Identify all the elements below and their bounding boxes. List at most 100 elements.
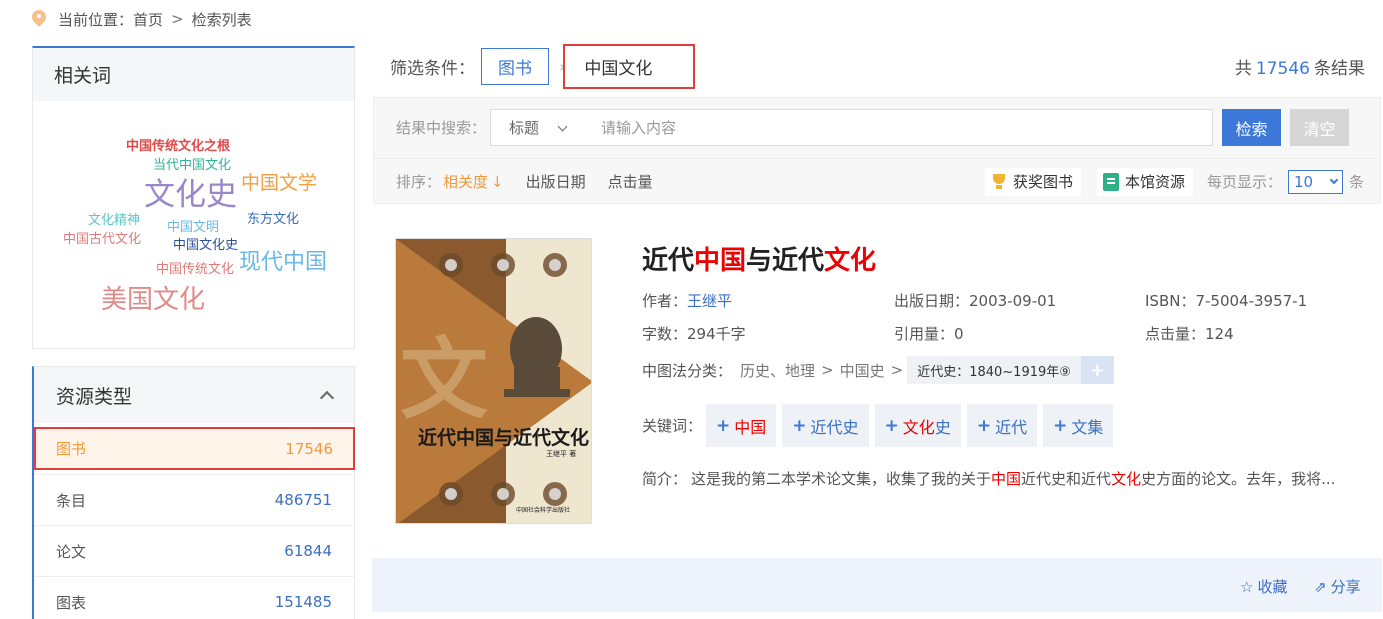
filter-bar: 筛选条件： 图书 › 中国文化 共 17546 条结果 [390,44,1365,89]
search-field-select-value: 标题 [509,119,540,137]
related-word[interactable]: 美国文化 [101,279,205,316]
favorite-label: 收藏 [1257,578,1288,596]
share-icon: ⇗ [1314,577,1327,596]
cited-row: 引用量：0 [894,323,964,344]
book-title-link[interactable]: 近代中国与近代文化 [642,240,876,277]
keyword-tag[interactable]: + 近代史 [782,404,869,447]
trophy-icon [991,173,1007,190]
resource-type-entries[interactable]: 条目 486751 [34,474,354,525]
sort-clicks[interactable]: 点击量 [608,171,653,192]
summary-label: 简介： [642,470,688,488]
expand-plus-icon[interactable]: + [1080,356,1114,384]
clear-button[interactable]: 清空 [1290,109,1350,146]
resource-type-count: 61844 [284,542,332,560]
result-total-suffix: 条结果 [1314,59,1365,79]
per-page-select[interactable]: 10 [1287,169,1343,194]
favorite-button[interactable]: ☆ 收藏 [1240,576,1287,597]
location-pin-icon [32,10,46,28]
cited-label: 引用量： [894,325,955,343]
book-cover-char: 文 [400,327,489,431]
related-word[interactable]: 中国文学 [241,168,317,195]
search-input[interactable] [583,110,1213,145]
keyword-tag[interactable]: + 文化史 [874,404,961,447]
clicks-value: 124 [1205,325,1234,343]
per-page-label: 每页显示： [1206,173,1282,191]
keyword-text: 近代史 [810,417,859,437]
related-word[interactable]: 中国传统文化 [156,258,234,277]
library-resources-label: 本馆资源 [1124,173,1185,191]
related-word[interactable]: 现代中国 [239,244,327,276]
resource-type-books[interactable]: 图书 17546 [34,427,355,470]
breadcrumb: 当前位置： 首页 > 检索列表 [32,8,252,30]
classification-tag[interactable]: 近代史：1840~1919年⑨ [907,356,1081,384]
search-field-select[interactable]: 标题 [491,110,583,145]
author-row: 作者：王继平 [642,290,732,311]
summary-highlight: 文化 [1111,470,1142,488]
author-link[interactable]: 王继平 [687,292,732,310]
classification-path-item[interactable]: 中国史 [840,360,885,381]
isbn-label: ISBN： [1145,292,1196,310]
resource-type-header[interactable]: 资源类型 [34,367,354,423]
book-cover[interactable]: 文 近代中国与近代文化 王继平 著 中国社会科学出版社 [395,238,592,524]
sort-relevance[interactable]: 相关度 ↓ [443,171,504,192]
summary-text: 史方面的论文。去年，我将... [1141,470,1336,488]
keyword-text: 近代 [995,417,1028,437]
related-word[interactable]: 中国古代文化 [63,228,141,247]
related-words-panel: 相关词 中国传统文化之根 当代中国文化 文化史 中国文学 文化精神 中国文明 东… [32,46,355,349]
related-word[interactable]: 东方文化 [247,208,299,227]
related-word[interactable]: 中国传统文化之根 [126,135,230,154]
search-panel: 结果中搜索： 标题 检索 清空 排序： 相关度↓ 出版日期 点击量 获奖图书 本… [373,97,1381,204]
related-words-title: 相关词 [33,48,354,101]
keyword-tag[interactable]: + 文集 [1043,404,1114,447]
chevron-up-icon[interactable] [319,390,335,405]
plus-icon: + [976,415,992,436]
plus-icon: + [1053,415,1068,436]
resource-type-title: 资源类型 [56,385,133,408]
per-page: 每页显示： 10 条 [1206,169,1380,194]
breadcrumb-home-link[interactable]: 首页 [133,9,163,30]
summary-text: 近代史和近代 [1021,470,1112,488]
sort-pubdate[interactable]: 出版日期 [526,171,586,192]
classification-label: 中图法分类： [642,361,733,380]
filter-chip-query[interactable]: 中国文化 [563,44,696,89]
classification-path-item[interactable]: 历史、地理 [740,360,815,381]
search-label: 结果中搜索： [396,119,487,137]
keyword-tag[interactable]: + 中国 [706,404,777,447]
resource-type-label: 论文 [56,542,87,561]
breadcrumb-separator: > [171,10,184,28]
resource-type-label: 图书 [56,440,87,458]
resource-type-papers[interactable]: 论文 61844 [34,525,354,576]
library-resources-toggle[interactable]: 本馆资源 [1096,167,1193,196]
related-word[interactable]: 文化史 [144,169,237,214]
resource-type-panel: 资源类型 图书 17546 条目 486751 论文 61844 图表 1514… [32,366,355,619]
filter-label: 筛选条件： [390,59,475,79]
pubdate-row: 出版日期：2003-09-01 [894,290,1056,311]
search-button[interactable]: 检索 [1222,109,1282,146]
sort-relevance-label: 相关度 [443,173,489,191]
keyword-tag[interactable]: + 近代 [966,404,1038,447]
related-word[interactable]: 文化精神 [88,209,140,228]
result-total: 共 17546 条结果 [1235,54,1365,79]
share-button[interactable]: ⇗ 分享 [1314,576,1361,597]
plus-icon: + [884,415,899,436]
cited-value: 0 [954,325,964,343]
chevron-down-icon [557,121,568,132]
clicks-row: 点击量：124 [1145,323,1234,344]
keywords-label: 关键词： [642,417,703,435]
book-summary: 简介： 这是我的第二本学术论文集，收集了我的关于中国近代史和近代文化史方面的论文。… [642,468,1368,489]
award-books-toggle[interactable]: 获奖图书 [984,167,1081,196]
share-label: 分享 [1330,578,1361,596]
chevron-down-icon [1329,175,1339,185]
wordcount-value: 294千字 [687,325,746,343]
pubdate-label: 出版日期： [894,292,970,310]
related-word[interactable]: 中国文明 [167,216,219,235]
book-title-highlight: 文化 [824,246,877,276]
summary-highlight: 中国 [991,470,1022,488]
result-total-count: 17546 [1255,59,1310,79]
book-cover-title: 近代中国与近代文化 [418,427,590,449]
related-word[interactable]: 中国文化史 [173,234,238,253]
resource-type-charts[interactable]: 图表 151485 [34,576,354,619]
filter-chip-type[interactable]: 图书 [481,48,549,85]
book-cover-author: 王继平 著 [546,450,577,458]
search-field: 标题 [490,109,1214,146]
